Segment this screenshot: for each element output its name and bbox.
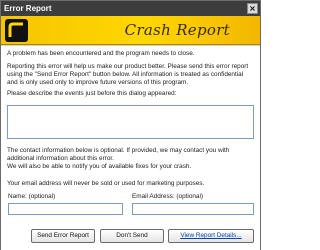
banner-title: Crash Report: [124, 21, 230, 39]
email-label: Email Address: (optional): [132, 193, 204, 200]
crash-report-banner: Crash Report: [1, 16, 260, 45]
report-content: A problem has been encountered and the p…: [1, 45, 260, 250]
email-field[interactable]: [132, 203, 254, 215]
reporting-explanation-text: Reporting this error will help us make o…: [7, 63, 249, 86]
dont-send-button[interactable]: Don't Send: [100, 229, 164, 243]
crash-logo-icon: [5, 19, 28, 42]
contact-info-text: The contact information below is optiona…: [7, 147, 230, 170]
close-button[interactable]: ×: [247, 3, 258, 14]
window-title: Error Report: [4, 4, 52, 13]
name-label: Name: (optional): [8, 193, 56, 200]
title-bar[interactable]: Error Report ×: [1, 1, 260, 16]
intro-text: A problem has been encountered and the p…: [7, 50, 195, 57]
view-report-details-button[interactable]: View Report Details...: [168, 229, 254, 243]
privacy-notice-text: Your email address will never be sold or…: [7, 180, 205, 187]
send-error-report-button[interactable]: Send Error Report: [31, 229, 95, 243]
name-field[interactable]: [8, 203, 123, 215]
error-report-window: Error Report × Crash Report A problem ha…: [0, 0, 261, 250]
describe-events-label: Please describe the events just before t…: [7, 90, 177, 97]
events-description-textarea[interactable]: [7, 105, 254, 139]
